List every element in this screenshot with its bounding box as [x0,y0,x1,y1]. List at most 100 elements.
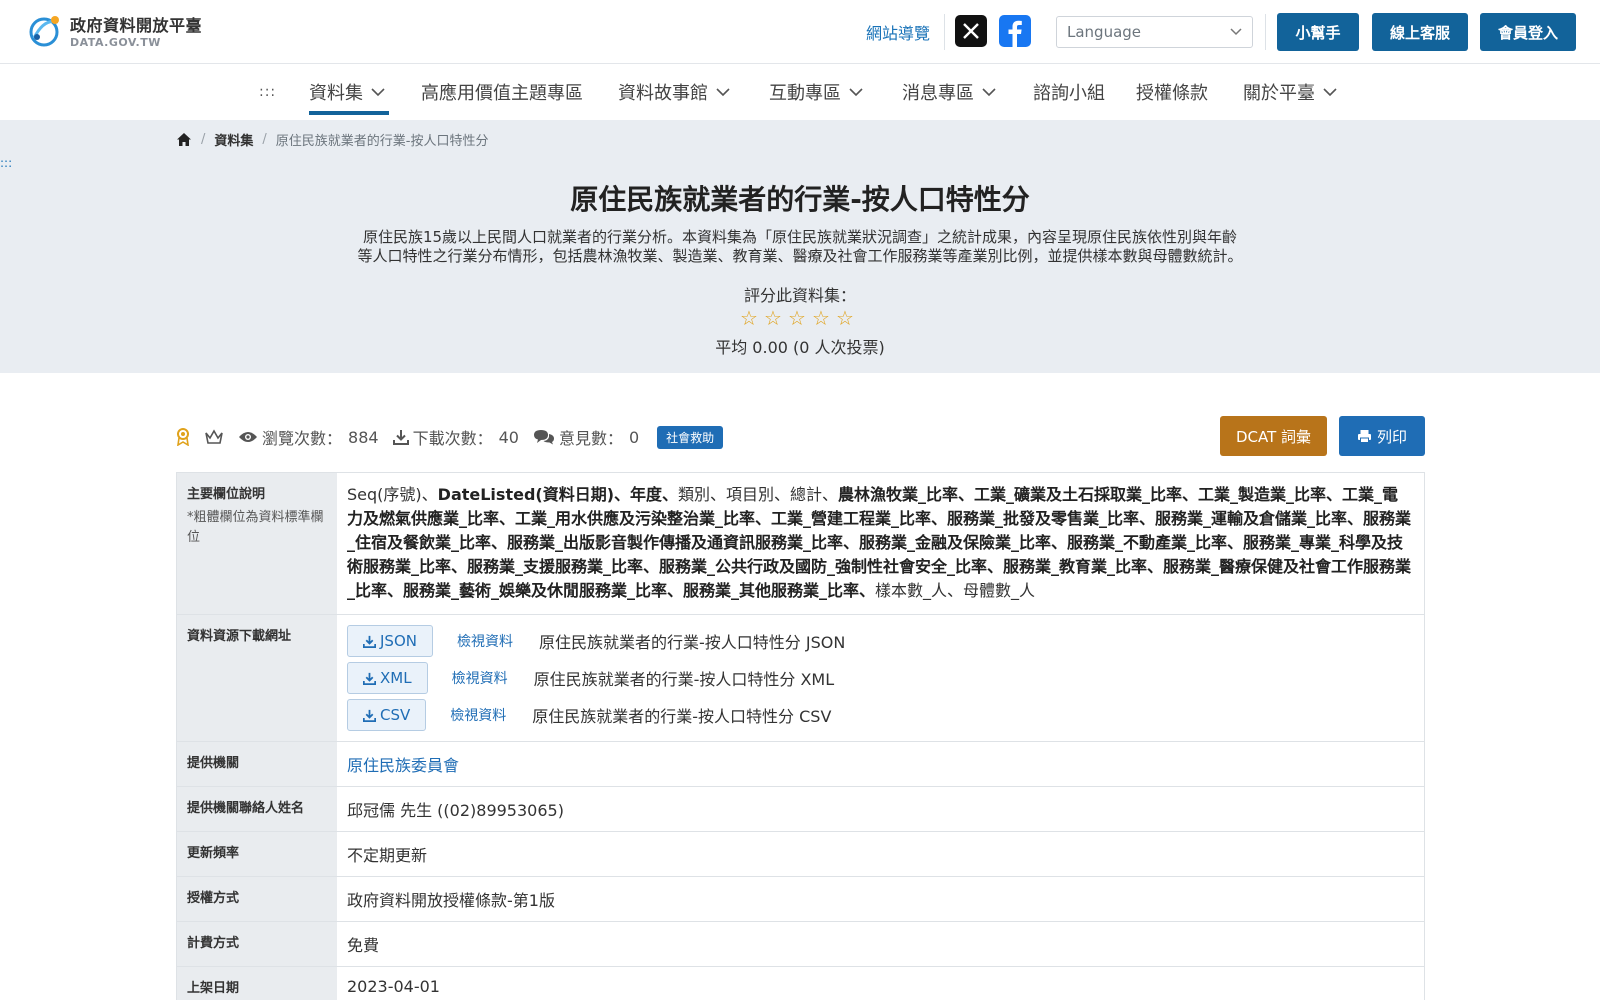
star-icon[interactable]: ☆ [740,308,758,328]
member-login-button[interactable]: 會員登入 [1480,13,1576,51]
eye-icon [239,432,257,442]
nav-item-advisory[interactable]: 諮詢小組 [1033,78,1105,106]
fee-value: 免費 [337,922,1424,966]
dcat-vocabulary-button[interactable]: DCAT 詞彙 [1220,416,1327,456]
provider-org-link[interactable]: 原住民族委員會 [347,756,459,775]
main-navigation: ::: 資料集 高應用價值主題專區 資料故事館 互動專區 消息專區 諮詢小組 授… [0,64,1600,120]
chevron-down-icon [716,87,730,96]
table-row: 授權方式 政府資料開放授權條款-第1版 [177,877,1424,922]
download-csv-button[interactable]: CSV [347,699,427,731]
divider [944,14,945,50]
license-value: 政府資料開放授權條款-第1版 [337,877,1424,921]
row-label: 提供機關聯絡人姓名 [177,787,337,831]
helper-button[interactable]: 小幫手 [1277,13,1359,51]
category-tag[interactable]: 社會救助 [657,425,724,449]
comments-count: 0 [628,427,640,447]
table-row: 主要欄位說明 *粗體欄位為資料標準欄位 Seq(序號)、DateListed(資… [177,473,1424,615]
crown-icon [204,429,224,445]
print-label: 列印 [1376,427,1407,446]
nav-item-interactive[interactable]: 互動專區 [769,78,863,106]
rating-label: 評分此資料集： [743,286,856,305]
table-row: 資料資源下載網址 JSON 檢視資料 原住民族就業者的行業-按人口特性分 JSO… [177,615,1424,742]
online-support-button[interactable]: 線上客服 [1372,13,1468,51]
star-icon[interactable]: ☆ [788,308,806,328]
views-label: 瀏覽次數： [262,429,343,448]
description-line: 等人口特性之行業分布情形，包括農林漁牧業、製造業、教育業、醫療及社會工作服務業等… [357,247,1243,265]
nav-item-about[interactable]: 關於平臺 [1243,78,1337,106]
description-line: 原住民族15歲以上民間人口就業者的行業分析。本資料集為「原住民族就業狀況調查」之… [362,228,1238,246]
resource-name: 原住民族就業者的行業-按人口特性分 XML [533,670,835,689]
dataset-hero: / 資料集 / 原住民族就業者的行業-按人口特性分 ::: 原住民族就業者的行業… [0,120,1600,373]
contact-value: 邱冠儒 先生 ((02)89953065) [337,787,1424,831]
breadcrumb-current: 原住民族就業者的行業-按人口特性分 [275,134,489,149]
language-select[interactable]: Language [1056,16,1253,48]
rating-stars[interactable]: ☆ ☆ ☆ ☆ ☆ [740,308,854,328]
download-json-button[interactable]: JSON [347,625,433,657]
row-label: 授權方式 [177,877,337,921]
x-twitter-icon[interactable] [955,15,987,47]
view-data-link[interactable]: 檢視資料 [452,668,508,688]
logo-icon [29,16,59,47]
site-logo[interactable]: 政府資料開放平臺 DATA.GOV.TW [24,10,202,50]
nav-label: 互動專區 [769,83,841,104]
award-icon [176,428,190,446]
content-accesskey[interactable]: ::: [0,156,12,170]
resource-item: CSV 檢視資料 原住民族就業者的行業-按人口特性分 CSV [347,699,1414,731]
nav-label: 關於平臺 [1243,83,1315,104]
table-row: 上架日期 2023-04-01 [177,967,1424,1000]
fields-note: *粗體欄位為資料標準欄位 [187,510,324,545]
nav-item-datasets[interactable]: 資料集 [309,78,385,106]
fields-description: Seq(序號)、DateListed(資料日期)、年度、類別、項目別、總計、農林… [337,473,1424,614]
logo-title: 政府資料開放平臺 [70,15,203,35]
language-placeholder: Language [1067,23,1142,41]
comments-label: 意見數： [558,429,623,448]
download-icon [363,709,376,722]
resources-list: JSON 檢視資料 原住民族就業者的行業-按人口特性分 JSON XML 檢視資… [337,615,1424,741]
view-data-link[interactable]: 檢視資料 [457,631,513,651]
download-icon [363,635,376,648]
frequency-value: 不定期更新 [337,832,1424,876]
resource-item: XML 檢視資料 原住民族就業者的行業-按人口特性分 XML [347,662,1414,694]
views-stat: 瀏覽次數： 884 [238,425,379,449]
page-title: 原住民族就業者的行業-按人口特性分 [570,183,1030,216]
chevron-down-icon [849,87,863,96]
logo-subtitle: DATA.GOV.TW [70,35,161,49]
rating-average: 平均 0.00 (0 人次投票) [715,338,885,357]
site-navigation-link[interactable]: 網站導覽 [866,20,930,44]
print-button[interactable]: 列印 [1339,416,1425,456]
table-row: 更新頻率 不定期更新 [177,832,1424,877]
breadcrumb-datasets[interactable]: 資料集 [214,130,253,149]
download-xml-button[interactable]: XML [347,662,428,694]
views-count: 884 [348,427,379,447]
chevron-down-icon [371,87,385,96]
divider [1265,14,1266,50]
row-label: 資料資源下載網址 [177,615,337,741]
nav-item-high-value[interactable]: 高應用價值主題專區 [421,78,583,106]
nav-item-data-stories[interactable]: 資料故事館 [618,78,730,106]
nav-item-news[interactable]: 消息專區 [902,78,996,106]
table-row: 計費方式 免費 [177,922,1424,967]
nav-label: 資料集 [309,83,363,104]
chevron-down-icon [1230,28,1242,36]
resource-name: 原住民族就業者的行業-按人口特性分 JSON [538,633,846,652]
downloads-stat: 下載次數： 40 [392,425,519,449]
resource-name: 原住民族就業者的行業-按人口特性分 CSV [532,707,832,726]
facebook-icon[interactable] [999,15,1031,47]
nav-label: 資料故事館 [618,83,708,104]
nav-item-license[interactable]: 授權條款 [1136,78,1208,106]
view-data-link[interactable]: 檢視資料 [450,705,506,725]
comments-stat: 意見數： 0 [533,425,639,449]
home-icon[interactable] [176,132,192,147]
star-icon[interactable]: ☆ [764,308,782,328]
star-icon[interactable]: ☆ [836,308,854,328]
nav-accesskey[interactable]: ::: [259,84,276,100]
resource-item: JSON 檢視資料 原住民族就業者的行業-按人口特性分 JSON [347,625,1414,657]
listed-date-value: 2023-04-01 [337,967,1424,1000]
printer-icon [1357,430,1371,443]
table-row: 提供機關聯絡人姓名 邱冠儒 先生 ((02)89953065) [177,787,1424,832]
nav-label: 諮詢小組 [1033,83,1105,104]
row-label: 提供機關 [177,742,337,786]
nav-label: 授權條款 [1136,83,1208,104]
star-icon[interactable]: ☆ [812,308,830,328]
dataset-info-table: 主要欄位說明 *粗體欄位為資料標準欄位 Seq(序號)、DateListed(資… [176,472,1425,1000]
